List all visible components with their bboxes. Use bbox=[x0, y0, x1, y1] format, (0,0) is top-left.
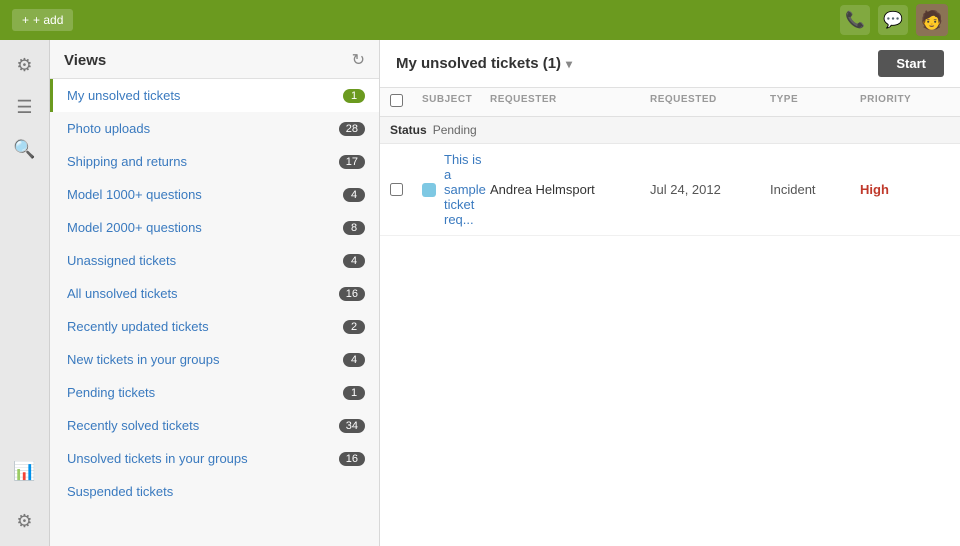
view-badge-5: 4 bbox=[343, 254, 365, 268]
status-group-label: Status bbox=[390, 123, 427, 137]
view-item-label-4: Model 2000+ questions bbox=[67, 220, 202, 235]
view-badge-6: 16 bbox=[339, 287, 365, 301]
subject-cell-0: This is a sample ticket req... bbox=[422, 152, 490, 227]
tickets-table: Subject Requester Requested Type Priorit… bbox=[380, 88, 960, 546]
view-badge-8: 4 bbox=[343, 353, 365, 367]
view-item-1[interactable]: Photo uploads 28 bbox=[50, 112, 379, 145]
ticket-rows-container: This is a sample ticket req... Andrea He… bbox=[380, 144, 960, 236]
view-item-12[interactable]: Suspended tickets bbox=[50, 475, 379, 508]
view-item-label-9: Pending tickets bbox=[67, 385, 155, 400]
view-item-label-2: Shipping and returns bbox=[67, 154, 187, 169]
layout: ⚙ ☰ 🔍 📊 ⚙ Views ↻ My unsolved tickets 1 Ph… bbox=[0, 40, 960, 546]
view-item-label-7: Recently updated tickets bbox=[67, 319, 209, 334]
view-item-6[interactable]: All unsolved tickets 16 bbox=[50, 277, 379, 310]
view-badge-3: 4 bbox=[343, 188, 365, 202]
view-badge-1: 28 bbox=[339, 122, 365, 136]
reports-icon[interactable]: 📊 bbox=[8, 454, 42, 488]
ticket-requester-0: Andrea Helmsport bbox=[490, 182, 650, 197]
row-checkbox-0[interactable] bbox=[390, 183, 422, 196]
views-refresh-button[interactable]: ↻ bbox=[352, 50, 365, 70]
start-button[interactable]: Start bbox=[878, 50, 944, 77]
status-group-row: Status Pending bbox=[380, 117, 960, 144]
search-icon[interactable]: 🔍 bbox=[8, 132, 42, 166]
view-item-label-3: Model 1000+ questions bbox=[67, 187, 202, 202]
ticket-date-0: Jul 24, 2012 bbox=[650, 182, 770, 197]
table-row[interactable]: This is a sample ticket req... Andrea He… bbox=[380, 144, 960, 236]
title-dropdown-arrow[interactable]: ▾ bbox=[566, 57, 572, 71]
view-item-label-12: Suspended tickets bbox=[67, 484, 173, 499]
view-item-9[interactable]: Pending tickets 1 bbox=[50, 376, 379, 409]
view-item-label-11: Unsolved tickets in your groups bbox=[67, 451, 248, 466]
table-header: Subject Requester Requested Type Priorit… bbox=[380, 88, 960, 117]
main-title-text: My unsolved tickets (1) bbox=[396, 55, 561, 72]
topbar-right: 📞 💬 🧑 bbox=[840, 4, 948, 36]
settings-icon[interactable]: ⚙ bbox=[8, 48, 42, 82]
view-item-10[interactable]: Recently solved tickets 34 bbox=[50, 409, 379, 442]
view-item-label-10: Recently solved tickets bbox=[67, 418, 199, 433]
ticket-type-0: Incident bbox=[770, 182, 860, 197]
checkbox-col-header bbox=[390, 94, 422, 110]
main-title: My unsolved tickets (1) ▾ bbox=[396, 55, 572, 72]
view-badge-9: 1 bbox=[343, 386, 365, 400]
view-badge-11: 16 bbox=[339, 452, 365, 466]
status-group-value: Pending bbox=[433, 123, 477, 137]
view-item-0[interactable]: My unsolved tickets 1 bbox=[50, 79, 379, 112]
plus-icon: + bbox=[22, 13, 29, 27]
topbar: + + add 📞 💬 🧑 bbox=[0, 0, 960, 40]
view-item-5[interactable]: Unassigned tickets 4 bbox=[50, 244, 379, 277]
ticket-priority-0: High bbox=[860, 182, 950, 197]
view-badge-0: 1 bbox=[343, 89, 365, 103]
view-item-3[interactable]: Model 1000+ questions 4 bbox=[50, 178, 379, 211]
avatar[interactable]: 🧑 bbox=[916, 4, 948, 36]
add-label: + add bbox=[33, 13, 63, 27]
priority-col-header: Priority bbox=[860, 94, 950, 110]
type-col-header: Type bbox=[770, 94, 860, 110]
chat-icon[interactable]: 💬 bbox=[878, 5, 908, 35]
views-header: Views ↻ bbox=[50, 40, 379, 79]
view-item-11[interactable]: Unsolved tickets in your groups 16 bbox=[50, 442, 379, 475]
views-title: Views bbox=[64, 52, 106, 69]
view-item-2[interactable]: Shipping and returns 17 bbox=[50, 145, 379, 178]
add-button[interactable]: + + add bbox=[12, 9, 73, 31]
view-item-8[interactable]: New tickets in your groups 4 bbox=[50, 343, 379, 376]
menu-icon[interactable]: ☰ bbox=[8, 90, 42, 124]
view-item-label-1: Photo uploads bbox=[67, 121, 150, 136]
view-item-4[interactable]: Model 2000+ questions 8 bbox=[50, 211, 379, 244]
view-item-label-5: Unassigned tickets bbox=[67, 253, 176, 268]
view-item-label-0: My unsolved tickets bbox=[67, 88, 180, 103]
view-item-label-8: New tickets in your groups bbox=[67, 352, 219, 367]
ticket-subject-0[interactable]: This is a sample ticket req... bbox=[444, 152, 490, 227]
main-content: My unsolved tickets (1) ▾ Start Subject … bbox=[380, 40, 960, 546]
view-badge-7: 2 bbox=[343, 320, 365, 334]
phone-icon[interactable]: 📞 bbox=[840, 5, 870, 35]
subject-col-header: Subject bbox=[422, 94, 490, 110]
view-badge-10: 34 bbox=[339, 419, 365, 433]
icon-sidebar: ⚙ ☰ 🔍 📊 ⚙ bbox=[0, 40, 50, 546]
topbar-left: + + add bbox=[12, 9, 73, 31]
view-item-label-6: All unsolved tickets bbox=[67, 286, 178, 301]
view-badge-4: 8 bbox=[343, 221, 365, 235]
admin-icon[interactable]: ⚙ bbox=[8, 504, 42, 538]
main-header: My unsolved tickets (1) ▾ Start bbox=[380, 40, 960, 88]
view-item-7[interactable]: Recently updated tickets 2 bbox=[50, 310, 379, 343]
views-panel: Views ↻ My unsolved tickets 1 Photo upload… bbox=[50, 40, 380, 546]
view-badge-2: 17 bbox=[339, 155, 365, 169]
views-list: My unsolved tickets1Photo uploads28Shipp… bbox=[50, 79, 379, 546]
requested-col-header: Requested bbox=[650, 94, 770, 110]
requester-col-header: Requester bbox=[490, 94, 650, 110]
select-all-checkbox[interactable] bbox=[390, 94, 403, 107]
ticket-status-dot-0 bbox=[422, 183, 436, 197]
ticket-checkbox-0[interactable] bbox=[390, 183, 403, 196]
